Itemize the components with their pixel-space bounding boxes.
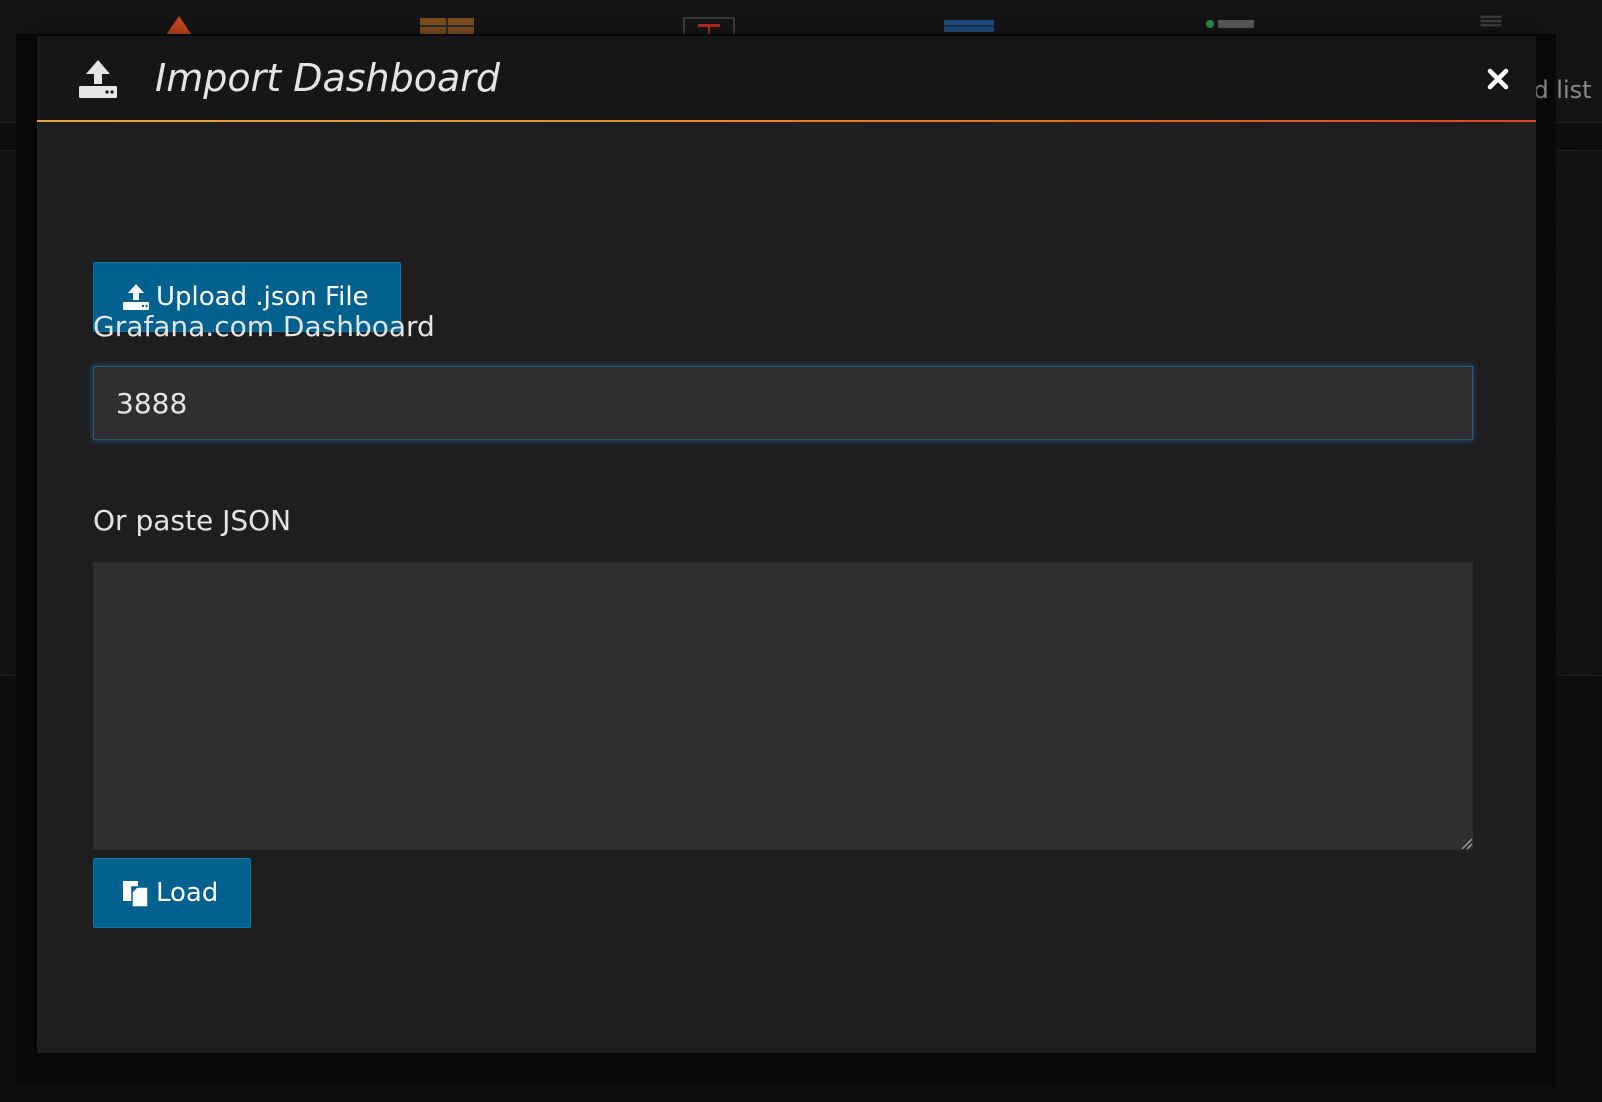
paste-json-label: Or paste JSON <box>93 504 292 537</box>
upload-icon <box>123 284 149 310</box>
modal-header: Import Dashboard <box>37 36 1536 122</box>
resize-handle-icon[interactable] <box>1459 836 1473 850</box>
grafana-com-dashboard-label: Grafana.com Dashboard <box>93 310 435 343</box>
load-button[interactable]: Load <box>93 858 251 928</box>
copy-icon <box>123 881 149 908</box>
grafana-com-dashboard-input[interactable] <box>93 366 1473 440</box>
upload-icon <box>79 60 117 98</box>
modal-title: Import Dashboard <box>155 56 501 100</box>
paste-json-textarea[interactable] <box>93 562 1473 850</box>
close-icon[interactable] <box>1483 64 1513 94</box>
upload-json-button-label: Upload .json File <box>156 282 369 312</box>
load-button-label: Load <box>156 878 219 908</box>
import-dashboard-modal: Import Dashboard Upload .json File Grafa… <box>37 36 1536 1053</box>
